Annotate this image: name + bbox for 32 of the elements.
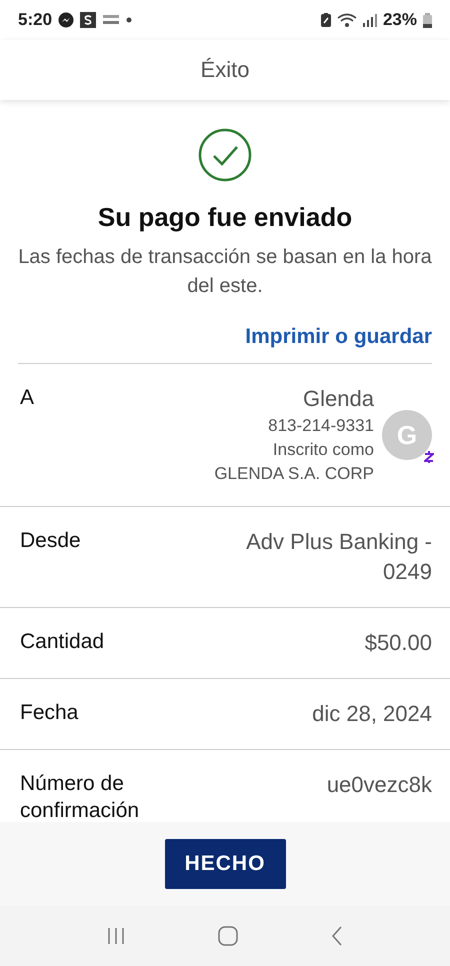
enrolled-label: Inscrito como xyxy=(272,439,374,461)
status-time: 5:20 xyxy=(18,10,52,30)
detail-label: Fecha xyxy=(20,700,80,726)
recent-apps-icon[interactable] xyxy=(106,927,125,945)
success-title: Su pago fue enviado xyxy=(98,202,352,233)
detail-label: Desde xyxy=(20,528,82,554)
signal-icon xyxy=(362,13,377,27)
done-button[interactable]: HECHO xyxy=(164,839,286,889)
detail-value: ue0vezc8k xyxy=(326,771,432,799)
detail-label: Número de confirmación xyxy=(20,771,140,822)
dot-icon xyxy=(126,17,132,23)
chat-bubble-icon xyxy=(58,12,74,28)
screen-title: Éxito xyxy=(200,57,250,83)
z-badge-icon xyxy=(424,450,434,464)
recipient-name: Glenda xyxy=(303,385,374,413)
back-icon[interactable] xyxy=(331,926,344,946)
wifi-icon xyxy=(336,12,357,28)
battery-percent: 23% xyxy=(382,10,417,30)
detail-value: $50.00 xyxy=(364,629,432,657)
detail-value: dic 28, 2024 xyxy=(311,700,432,728)
app-square-icon xyxy=(80,12,96,28)
battery-icon xyxy=(423,12,432,28)
battery-saver-icon xyxy=(320,13,331,27)
recipient-phone: 813-214-9331 xyxy=(268,415,374,437)
detail-value: Adv Plus Banking - 0249 xyxy=(245,528,432,586)
enrolled-name: GLENDA S.A. CORP xyxy=(214,463,374,485)
detail-label: A xyxy=(20,385,36,411)
print-save-link[interactable]: Imprimir o guardar xyxy=(245,325,432,349)
info-message: Las fechas de transacción se basan en la hora del este. xyxy=(17,245,433,299)
detail-label: Cantidad xyxy=(20,629,106,655)
check-circle-icon xyxy=(198,128,252,182)
home-icon[interactable] xyxy=(218,926,238,946)
